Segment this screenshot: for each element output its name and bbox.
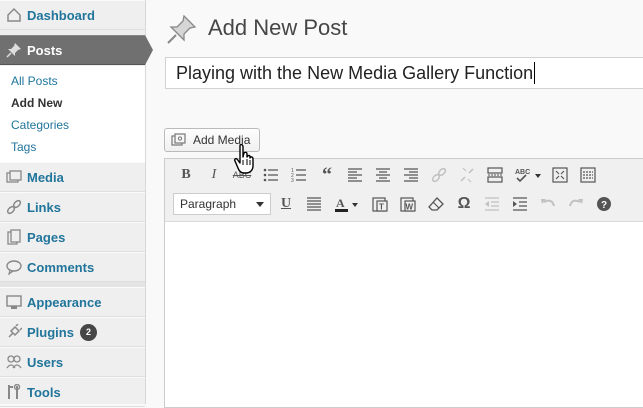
kitchen-sink-icon[interactable] — [577, 164, 599, 186]
unlink-icon[interactable] — [456, 164, 478, 186]
sidebar-item-media[interactable]: Media — [0, 162, 145, 192]
align-right-icon[interactable] — [400, 164, 422, 186]
redo-icon[interactable] — [565, 193, 587, 215]
submenu-all-posts[interactable]: All Posts — [11, 74, 58, 88]
links-icon — [5, 198, 23, 216]
sidebar-item-label: Media — [27, 169, 64, 185]
appearance-icon — [5, 293, 23, 311]
sidebar-item-pages[interactable]: Pages — [0, 222, 145, 252]
active-menu-arrow — [145, 35, 153, 65]
sidebar-item-label: Tools — [27, 384, 61, 400]
admin-sidebar: Dashboard Posts All Posts Add New Catego… — [0, 0, 153, 407]
sidebar-item-label: Dashboard — [27, 7, 95, 23]
sidebar-item-plugins[interactable]: Plugins 2 — [0, 317, 145, 347]
hand-pointer-cursor-icon — [232, 143, 260, 175]
text-color-icon[interactable]: A — [331, 193, 363, 215]
svg-text:W: W — [406, 203, 414, 212]
plugins-icon — [5, 323, 23, 341]
sidebar-item-label: Users — [27, 354, 64, 370]
page-title: Add New Post — [208, 15, 348, 40]
chevron-down-icon — [256, 202, 264, 207]
outdent-icon[interactable] — [481, 193, 503, 215]
submenu-tags[interactable]: Tags — [11, 140, 36, 154]
help-icon[interactable]: ? — [593, 193, 615, 215]
read-more-icon[interactable] — [484, 164, 506, 186]
add-media-icon — [171, 133, 187, 147]
users-icon — [5, 353, 23, 371]
sidebar-item-label: Links — [27, 199, 61, 215]
sidebar-item-label: Posts — [27, 42, 63, 58]
align-center-icon[interactable] — [372, 164, 394, 186]
svg-text:ABC: ABC — [515, 169, 530, 176]
pages-icon — [5, 228, 23, 246]
sidebar-item-label: Appearance — [27, 294, 102, 310]
indent-icon[interactable] — [509, 193, 531, 215]
paste-text-icon[interactable]: T — [369, 193, 391, 215]
sidebar-item-dashboard[interactable]: Dashboard — [0, 0, 145, 30]
pushpin-icon — [166, 13, 198, 45]
sidebar-item-links[interactable]: Links — [0, 192, 145, 222]
sidebar-item-posts[interactable]: Posts — [0, 35, 145, 65]
link-icon[interactable] — [428, 164, 450, 186]
post-title-input[interactable]: Playing with the New Media Gallery Funct… — [165, 57, 643, 89]
underline-icon[interactable]: U — [275, 193, 297, 215]
numbered-list-icon[interactable]: 123 — [288, 164, 310, 186]
submenu-categories[interactable]: Categories — [11, 118, 69, 132]
format-select-value: Paragraph — [180, 197, 237, 211]
text-caret — [534, 62, 536, 84]
sidebar-item-label: Pages — [27, 229, 66, 245]
tools-icon — [5, 383, 23, 401]
media-icon — [5, 168, 23, 186]
svg-text:T: T — [379, 203, 384, 212]
bullet-list-icon[interactable] — [260, 164, 282, 186]
paste-word-icon[interactable]: W — [397, 193, 419, 215]
plugins-update-count-badge: 2 — [79, 323, 97, 341]
undo-icon[interactable] — [537, 193, 559, 215]
blockquote-icon[interactable]: “ — [316, 164, 338, 186]
post-title-value: Playing with the New Media Gallery Funct… — [176, 62, 534, 83]
format-select[interactable]: Paragraph — [173, 193, 271, 215]
submenu-add-new[interactable]: Add New — [11, 96, 62, 110]
sidebar-item-tools[interactable]: Tools — [0, 377, 145, 407]
posts-submenu: All Posts Add New Categories Tags — [0, 66, 145, 163]
sidebar-item-comments[interactable]: Comments — [0, 252, 145, 282]
bold-icon[interactable]: B — [175, 164, 197, 186]
pushpin-icon — [5, 41, 23, 59]
comments-icon — [5, 258, 23, 276]
italic-icon[interactable]: I — [203, 164, 225, 186]
sidebar-item-appearance[interactable]: Appearance — [0, 287, 145, 317]
fullscreen-icon[interactable] — [549, 164, 571, 186]
svg-text:3: 3 — [291, 178, 294, 183]
svg-text:A: A — [336, 196, 345, 210]
post-content-editor[interactable]: B I ABC 123 “ ABC Paragraph U A T W Ω ? — [164, 158, 643, 408]
sidebar-item-users[interactable]: Users — [0, 347, 145, 377]
align-left-icon[interactable] — [344, 164, 366, 186]
svg-text:?: ? — [601, 200, 607, 211]
dashboard-icon — [5, 6, 23, 24]
special-character-icon[interactable]: Ω — [453, 193, 475, 215]
clear-formatting-icon[interactable] — [425, 193, 447, 215]
sidebar-item-label: Comments — [27, 259, 95, 275]
justify-icon[interactable] — [303, 193, 325, 215]
sidebar-item-label: Plugins — [27, 324, 74, 340]
spellcheck-icon[interactable]: ABC — [512, 164, 544, 186]
